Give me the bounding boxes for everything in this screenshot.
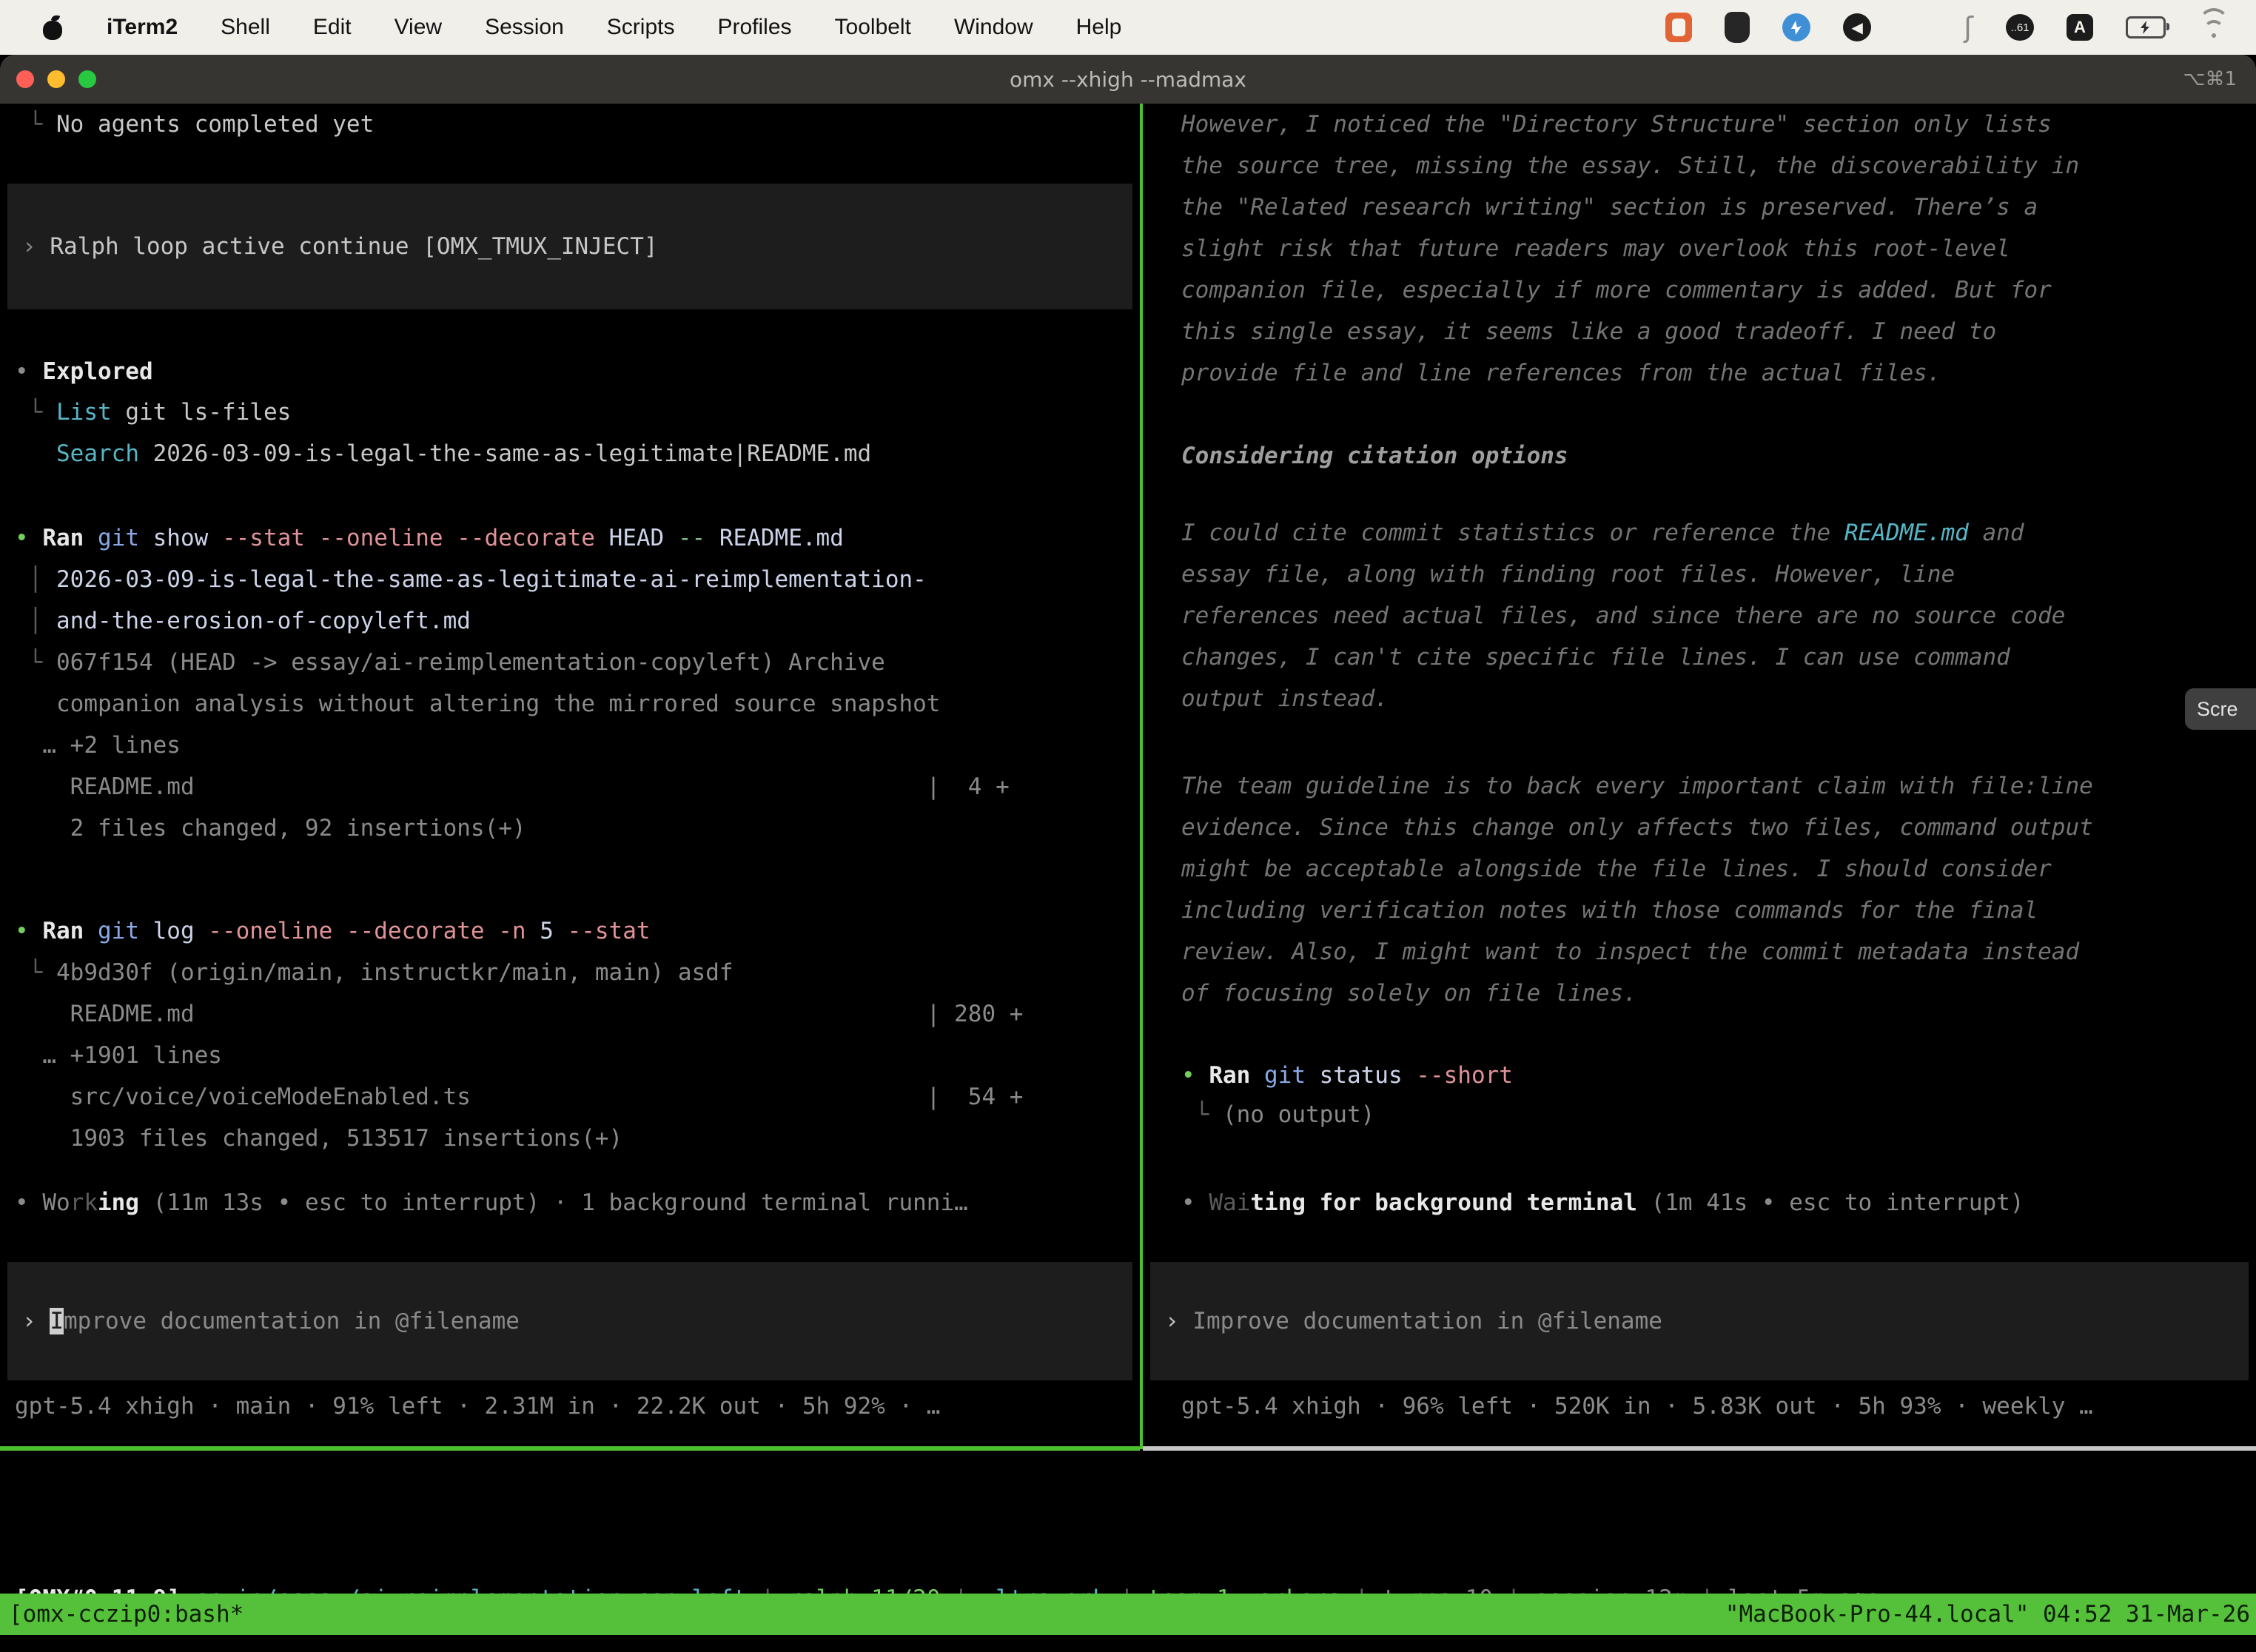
thinking-paragraph-line: changes, I can't cite specific file line…: [1181, 637, 2010, 678]
thinking-paragraph-line: references need actual files, and since …: [1181, 595, 2065, 637]
agents-status-line: └ No agents completed yet: [15, 104, 374, 145]
right-prompt-input[interactable]: › Improve documentation in @filename: [1150, 1262, 2249, 1380]
thinking-paragraph-line: I could cite commit statistics or refere…: [1181, 512, 2024, 554]
thinking-paragraph-line: essay file, along with finding root file…: [1181, 554, 1955, 595]
tmux-session-label[interactable]: [omx-cczip0:bash*: [0, 1594, 244, 1635]
menu-item-iterm2[interactable]: iTerm2: [107, 15, 178, 40]
git-log-stat-voice: src/voice/voiceModeEnabled.ts | 54 +: [15, 1076, 1023, 1118]
pane-divider-vertical[interactable]: [1140, 104, 1143, 1449]
thinking-paragraph-line: might be acceptable alongside the file l…: [1181, 848, 2052, 890]
right-agent-pane: However, I noticed the "Directory Struct…: [1143, 104, 2256, 1449]
git-show-stat-summary: 2 files changed, 92 insertions(+): [15, 807, 526, 849]
menu-item-edit[interactable]: Edit: [313, 15, 352, 40]
menu-item-toolbelt[interactable]: Toolbelt: [835, 15, 911, 40]
git-show-more-lines: … +2 lines: [15, 725, 181, 766]
ran-git-log-line: • Ran git log --oneline --decorate -n 5 …: [15, 910, 651, 952]
right-model-status-line: gpt-5.4 xhigh · 96% left · 520K in · 5.8…: [1181, 1386, 2093, 1427]
git-show-output-message: companion analysis without altering the …: [15, 683, 940, 725]
menu-item-help[interactable]: Help: [1076, 15, 1122, 40]
thinking-paragraph-line: of focusing solely on file lines.: [1181, 973, 1637, 1014]
screen-share-chip[interactable]: Scre: [2185, 688, 2256, 730]
menu-item-profiles[interactable]: Profiles: [717, 15, 791, 40]
explored-list-line: └ List git ls-files: [15, 392, 291, 433]
thinking-paragraph-line: slight risk that future readers may over…: [1181, 228, 2010, 269]
left-agent-pane: └ No agents completed yet › Ralph loop a…: [0, 104, 1140, 1449]
shield-icon[interactable]: [1725, 12, 1750, 43]
spark-icon[interactable]: [1782, 13, 1810, 41]
left-model-status-line: gpt-5.4 xhigh · main · 91% left · 2.31M …: [15, 1386, 940, 1427]
left-pane-bottom-border: [0, 1446, 1140, 1451]
apple-icon[interactable]: [41, 15, 64, 40]
thinking-paragraph-line: However, I noticed the "Directory Struct…: [1181, 104, 2052, 145]
working-status-line: • Working (11m 13s • esc to interrupt) ·…: [15, 1182, 968, 1223]
thinking-paragraph-line: evidence. Since this change only affects…: [1181, 807, 2093, 848]
menu-item-window[interactable]: Window: [954, 15, 1033, 40]
menu-status-icons: ◀ ʃ ..61 A: [1665, 11, 2256, 44]
left-prompt-input[interactable]: › Improve documentation in @filename: [7, 1262, 1132, 1380]
menu-items: iTerm2 Shell Edit View Session Scripts P…: [107, 15, 1121, 40]
thinking-paragraph-line: review. Also, I might want to inspect th…: [1181, 931, 2079, 973]
screenshot-icon[interactable]: [1665, 13, 1692, 42]
menu-item-session[interactable]: Session: [485, 15, 564, 40]
menu-item-shell[interactable]: Shell: [221, 15, 270, 40]
tmux-host-clock: "MacBook-Pro-44.local" 04:52 31-Mar-26: [1725, 1594, 2256, 1635]
tmux-status-bar: [omx-cczip0:bash* "MacBook-Pro-44.local"…: [0, 1594, 2256, 1635]
git-show-arg-line-2: │ and-the-erosion-of-copyleft.md: [15, 600, 471, 642]
git-log-more-lines: … +1901 lines: [15, 1035, 222, 1076]
hook-icon[interactable]: ʃ: [1964, 11, 1973, 44]
window-title-bar: omx --xhigh --madmax ⌥⌘1: [0, 55, 2256, 104]
waiting-status-line: • Waiting for background terminal (1m 41…: [1181, 1182, 2024, 1223]
git-show-arg-line-1: │ 2026-03-09-is-legal-the-same-as-legiti…: [15, 559, 927, 600]
thinking-paragraph-line: provide file and line references from th…: [1181, 352, 1941, 394]
thinking-paragraph-line: the source tree, missing the essay. Stil…: [1181, 145, 2079, 187]
git-log-stat-readme: README.md | 280 +: [15, 993, 1023, 1035]
thinking-paragraph-line: output instead.: [1181, 678, 1389, 719]
explored-search-line: Search 2026-03-09-is-legal-the-same-as-l…: [15, 433, 871, 474]
thinking-paragraph-line: the "Related research writing" section i…: [1181, 187, 2038, 228]
git-log-stat-summary: 1903 files changed, 513517 insertions(+): [15, 1118, 622, 1159]
git-status-no-output: └ (no output): [1181, 1094, 1374, 1135]
git-show-output-commit: └ 067f154 (HEAD -> essay/ai-reimplementa…: [15, 642, 885, 683]
menu-bar: iTerm2 Shell Edit View Session Scripts P…: [0, 0, 2256, 55]
ralph-loop-banner: › Ralph loop active continue [OMX_TMUX_I…: [7, 184, 1132, 309]
timer-icon[interactable]: ..61: [2006, 14, 2034, 41]
thinking-paragraph-line: this single essay, it seems like a good …: [1181, 311, 1996, 352]
pac-icon[interactable]: ◀: [1843, 13, 1871, 41]
git-log-output-commit: └ 4b9d30f (origin/main, instructkr/main,…: [15, 952, 733, 993]
thinking-section-heading: Considering citation options: [1181, 435, 1568, 477]
thinking-paragraph-line: companion file, especially if more comme…: [1181, 269, 2052, 311]
git-show-stat-readme: README.md | 4 +: [15, 766, 1010, 807]
window-title: omx --xhigh --madmax: [0, 67, 2256, 92]
explored-header: • Explored: [15, 351, 153, 392]
terminal-content: └ No agents completed yet › Ralph loop a…: [0, 104, 2256, 1652]
menu-item-scripts[interactable]: Scripts: [607, 15, 675, 40]
wifi-icon[interactable]: [2198, 16, 2229, 39]
grid-icon[interactable]: [1904, 14, 1931, 41]
battery-icon[interactable]: [2126, 16, 2166, 38]
menu-item-view[interactable]: View: [395, 15, 442, 40]
thinking-paragraph-line: The team guideline is to back every impo…: [1181, 765, 2093, 807]
thinking-paragraph-line: including verification notes with those …: [1181, 890, 2038, 931]
ran-git-show-line: • Ran git show --stat --oneline --decora…: [15, 517, 844, 559]
input-source-icon[interactable]: A: [2067, 14, 2093, 41]
ran-git-status-line: • Ran git status --short: [1181, 1055, 1513, 1096]
right-pane-bottom-border: [1143, 1446, 2256, 1451]
